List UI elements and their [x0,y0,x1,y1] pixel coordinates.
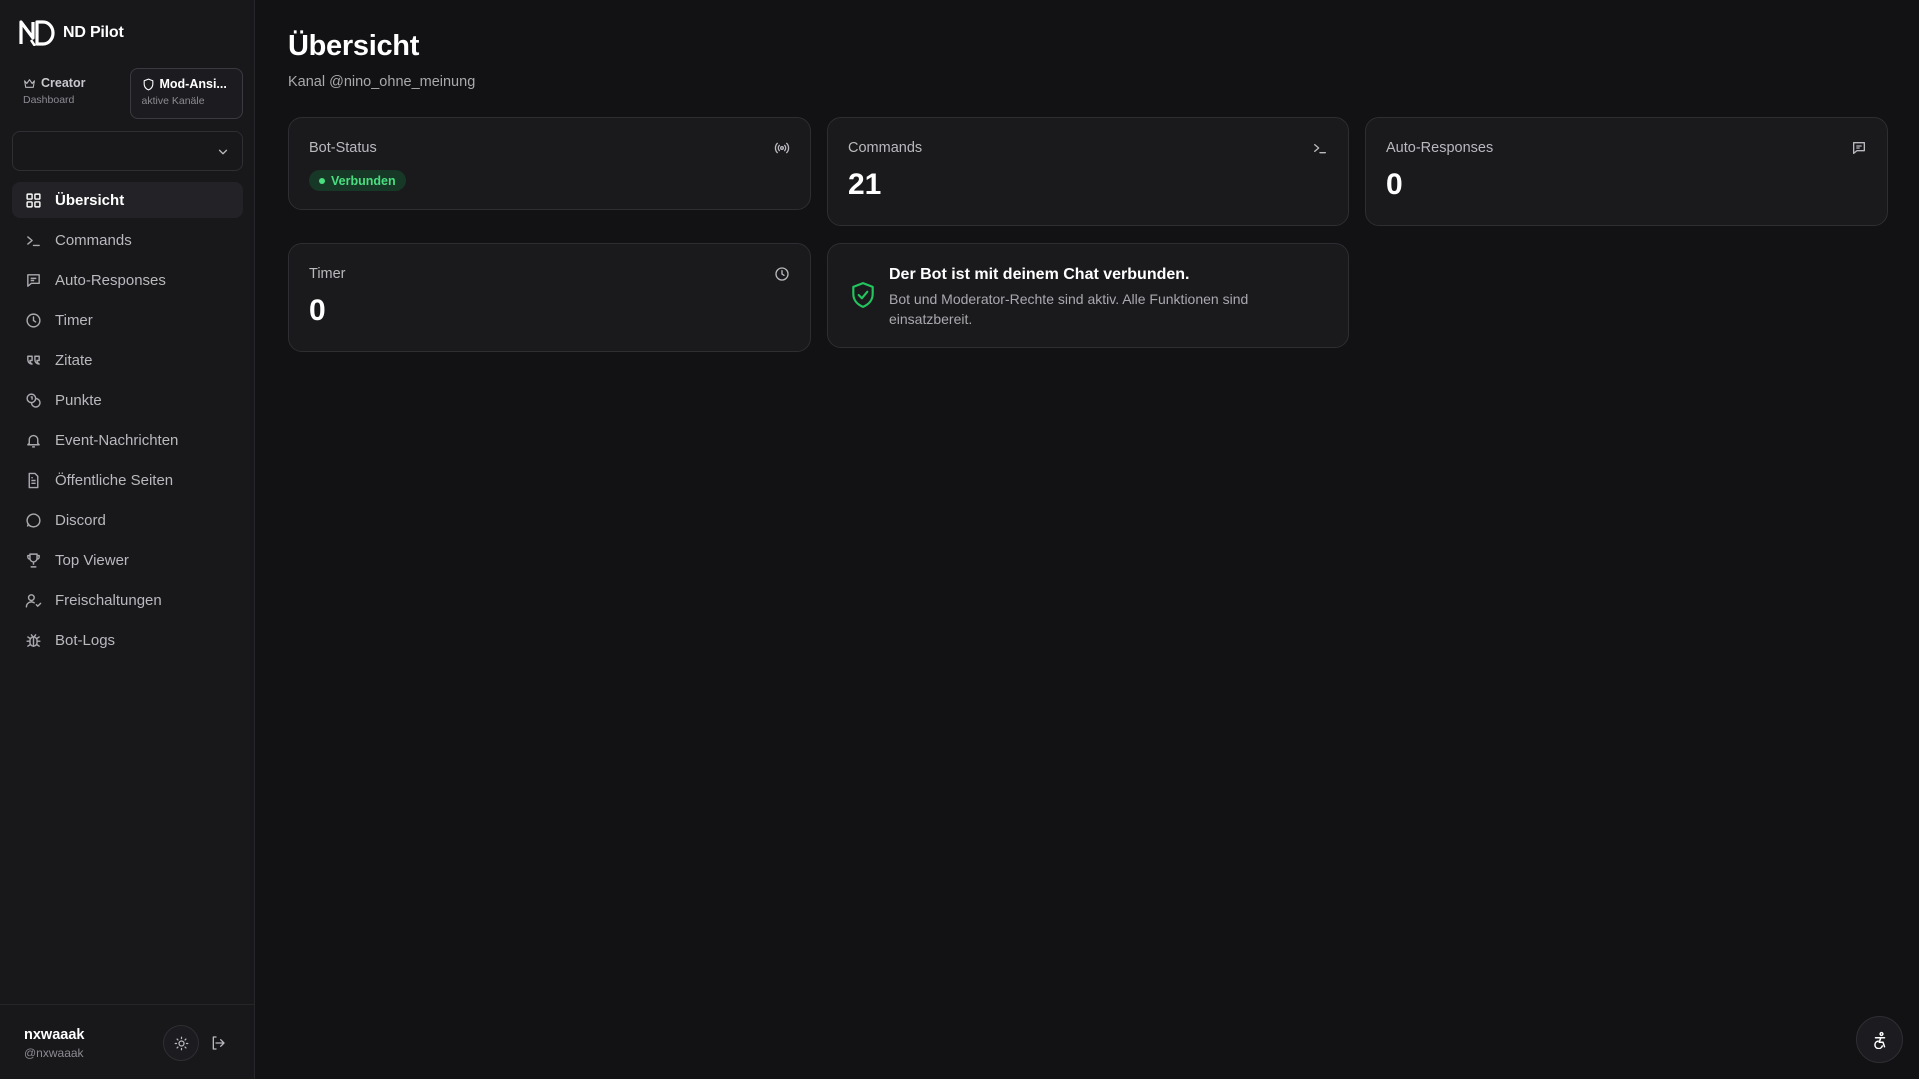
sidebar-item-label: Öffentliche Seiten [55,471,174,489]
card-label: Auto-Responses [1386,140,1494,156]
mode-creator-sublabel: Dashboard [23,94,75,106]
info-text: Bot und Moderator-Rechte sind aktiv. All… [889,291,1249,327]
crown-icon [24,78,35,88]
sidebar-item-freischaltungen[interactable]: Freischaltungen [12,582,243,618]
accessibility-icon [1873,1031,1885,1049]
bug-icon [26,633,41,647]
sidebar-item-label: Übersicht [55,191,125,209]
page-subtitle: Kanal @nino_ohne_meinung [288,74,476,90]
commands-card[interactable]: Commands 21 [827,117,1349,226]
terminal-icon [27,235,40,246]
sidebar-item-zitate[interactable]: Zitate [12,342,243,378]
clock-icon [26,312,41,328]
mode-moderator-sublabel: aktive Kanäle [141,95,205,107]
mode-creator-button[interactable]: Creator Dashboard [12,68,124,119]
mode-moderator-label: Mod-Ansi... [159,77,227,91]
message-square-icon [27,273,40,287]
sidebar-item-oeffentliche-seiten[interactable]: Öffentliche Seiten [12,462,243,498]
app-logo[interactable]: ND Pilot [19,20,124,46]
broadcast-icon [774,142,790,154]
sidebar-item-discord[interactable]: Discord [12,502,243,538]
sidebar-item-label: Punkte [55,391,102,409]
trophy-icon [27,552,40,568]
sidebar-item-auto-responses[interactable]: Auto-Responses [12,262,243,298]
auto-responses-count: 0 [1386,168,1403,201]
user-panel: nxwaaak @nxwaaak [0,1004,255,1079]
dashboard-grid-icon [26,192,41,208]
sidebar-item-label: Discord [55,511,106,529]
shield-check-icon [852,282,874,308]
sidebar-item-top-viewer[interactable]: Top Viewer [12,542,243,578]
timer-card[interactable]: Timer 0 [288,243,811,352]
shield-icon [143,78,153,90]
sidebar-item-label: Bot-Logs [55,631,116,649]
chat-bubble-icon [26,512,41,528]
status-badge-label: Verbunden [331,173,396,188]
main-content: Übersicht Kanal @nino_ohne_meinung Bot-S… [256,0,1919,1079]
timer-count: 0 [309,294,326,327]
accessibility-button[interactable] [1856,1016,1903,1063]
sidebar-item-label: Commands [55,231,132,249]
bell-icon [27,434,40,448]
sun-icon [174,1036,188,1050]
mode-moderator-button[interactable]: Mod-Ansi... aktive Kanäle [129,68,243,119]
status-dot [319,177,325,184]
coins-icon [26,392,41,408]
sidebar-item-label: Event-Nachrichten [55,431,179,449]
sidebar: ND Pilot Creator Dashboard Mod-Ansi... a… [0,0,255,1079]
nd-logo-icon [19,20,55,46]
user-handle: @nxwaaak [24,1046,84,1060]
sidebar-nav: Übersicht Commands Auto-Responses Timer … [12,182,243,662]
file-text-icon [28,472,39,488]
app-name: ND Pilot [63,24,124,41]
sidebar-item-bot-logs[interactable]: Bot-Logs [12,622,243,658]
card-label: Timer [309,266,346,282]
sidebar-item-label: Freischaltungen [55,591,162,609]
sidebar-item-timer[interactable]: Timer [12,302,243,338]
page-title: Übersicht [288,30,420,62]
clock-icon [775,267,789,281]
chevron-down-icon [218,149,228,155]
user-check-icon [25,593,42,608]
user-name: nxwaaak [24,1027,85,1043]
mode-switch: Creator Dashboard Mod-Ansi... aktive Kan… [12,68,243,119]
commands-count: 21 [848,168,882,201]
logout-button[interactable] [206,1031,230,1055]
bot-status-card: Bot-Status Verbunden [288,117,811,210]
logout-icon [212,1036,225,1050]
sidebar-item-punkte[interactable]: Punkte [12,382,243,418]
card-label: Commands [848,140,923,156]
sidebar-item-label: Top Viewer [55,551,129,569]
message-square-icon [1853,142,1865,154]
bot-connected-info-card: Der Bot ist mit deinem Chat verbunden. B… [827,243,1349,348]
status-badge: Verbunden [309,170,406,191]
sidebar-item-label: Zitate [55,351,93,369]
terminal-icon [1314,144,1326,154]
sidebar-item-uebersicht[interactable]: Übersicht [12,182,243,218]
card-label: Bot-Status [309,140,377,156]
sidebar-item-label: Timer [55,311,93,329]
sidebar-item-label: Auto-Responses [55,271,166,289]
channel-select[interactable] [12,131,243,171]
sidebar-item-event-nachrichten[interactable]: Event-Nachrichten [12,422,243,458]
quote-icon [27,355,40,365]
auto-responses-card[interactable]: Auto-Responses 0 [1365,117,1888,226]
theme-toggle-button[interactable] [163,1025,199,1061]
mode-creator-label: Creator [41,76,86,90]
info-title: Der Bot ist mit deinem Chat verbunden. [889,266,1190,283]
sidebar-item-commands[interactable]: Commands [12,222,243,258]
